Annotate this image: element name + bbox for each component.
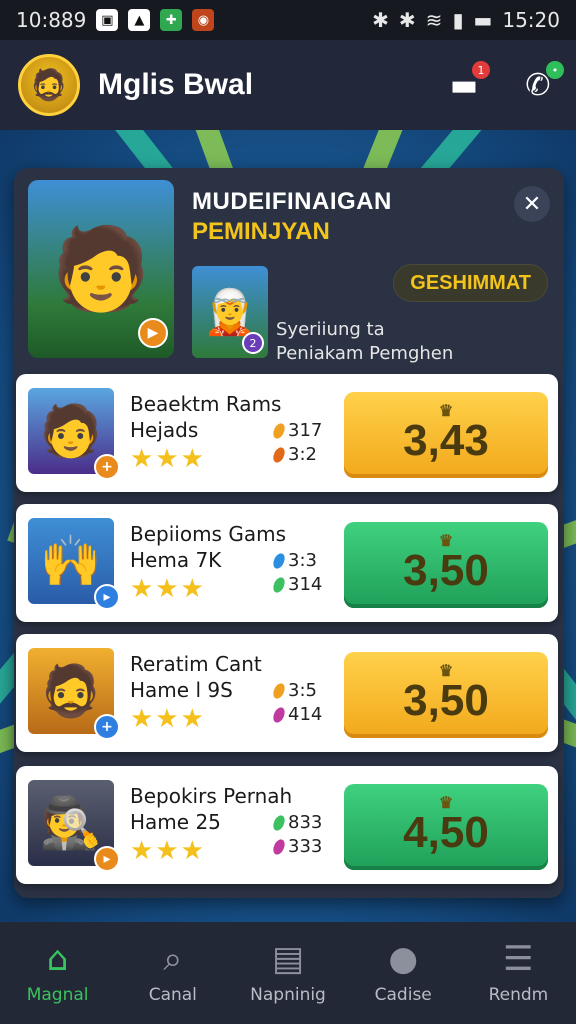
offer-card: 🧑 ▶ MUDEIFINAIGAN PEMINJYAN ✕ 🧝 2 GESHIM… [14,168,564,898]
clipboard-icon: ▤ [271,939,305,979]
gem-purple-icon [271,705,287,724]
app-header: 🧔 Mglis Bwal ▬ 1 ✆ • [0,40,576,130]
gem-blue-icon [271,551,287,570]
nav-item-menu[interactable]: ☰ Rendm [461,922,576,1024]
item-name: Bepokirs Pernah [130,784,293,808]
user-icon: ● [388,939,419,979]
nav-item-profile[interactable]: ● Cadise [346,922,461,1024]
gem-gold-icon [271,681,287,700]
hero-play-icon[interactable]: ▶ [138,318,168,348]
status-time-left: 10:889 [16,8,87,32]
item-stat-1: 3:3 [271,550,317,571]
item-stat-2: 414 [271,704,322,725]
gem-green-icon [271,813,287,832]
item-subtitle: Hame l 9S [130,678,233,702]
featured-thumbnail[interactable]: 🧝 2 [192,266,268,358]
play-icon[interactable]: ▸ [94,584,120,610]
rating-stars-icon: ★★★ [130,836,206,866]
price-button[interactable]: ♛ 3,50 [344,522,548,608]
item-avatar: 🙌 ▸ [28,518,120,610]
nav-label: Magnal [26,985,89,1005]
phone-button[interactable]: ✆ • [518,61,564,105]
featured-badge[interactable]: GESHIMMAT [393,264,548,302]
username: Mglis Bwal [98,68,254,101]
nav-item-home[interactable]: ⌂ Magnal [0,922,115,1024]
character-icon: 🙌 [39,531,103,590]
nav-item-search[interactable]: ⌕ Canal [115,922,230,1024]
item-subtitle: Hema 7K [130,548,222,572]
chat-button[interactable]: ▬ 1 [444,61,490,105]
nav-label: Cadise [374,985,432,1005]
thumbnail-badge: 2 [242,332,264,354]
avatar[interactable]: 🧔 [18,54,80,116]
nav-label: Canal [148,985,197,1005]
item-stat-2: 333 [271,836,322,857]
phone-badge-icon: • [546,61,564,79]
item-stat-1: 3:5 [271,680,317,701]
close-button[interactable]: ✕ [514,186,550,222]
character-icon: 🧔 [39,661,103,720]
gem-gold-icon [271,421,287,440]
item-stat-1: 833 [271,812,322,833]
gem-orange-icon [271,445,287,464]
bluetooth-icon: ✱ [372,8,389,32]
add-icon[interactable]: + [94,454,120,480]
app-notification-icon: ▣ [96,9,119,31]
price-button[interactable]: ♛ 3,50 [344,652,548,738]
menu-icon: ☰ [503,939,534,979]
item-stat-2: 314 [271,574,322,595]
item-name: Beaektm Rams [130,392,282,416]
character-icon: 🕵 [39,793,103,852]
description-line-2: Peniakam Pemghen [276,343,454,364]
battery-icon: ▬ [473,8,493,32]
nav-item-clipboard[interactable]: ▤ Napninig [230,922,345,1024]
item-name: Reratim Cant [130,652,262,676]
description-line-1: Syeriiung ta [276,319,385,340]
featured-hero-image[interactable]: 🧑 ▶ [28,180,174,358]
list-item[interactable]: 🙌 ▸ Bepiioms Gams Hema 7K ★★★ 3:3 314 ♛ 3… [16,504,558,622]
ball-notification-icon: ◉ [192,9,215,31]
rating-stars-icon: ★★★ [130,444,206,474]
game-notification-icon: ✚ [160,9,183,31]
nav-label: Rendm [488,985,549,1005]
item-subtitle: Hame 25 [130,810,221,834]
status-bar: 10:889 ▣ ▲ ✚ ◉ ✱ ✱ ≋ ▮ ▬ 15:20 [0,0,576,40]
rating-stars-icon: ★★★ [130,704,206,734]
list-item[interactable]: 🧑 + Beaektm Rams Hejads ★★★ 317 3:2 ♛ 3,4… [16,374,558,492]
price-button[interactable]: ♛ 4,50 [344,784,548,870]
gem-green-icon [271,575,287,594]
search-icon: ⌕ [163,939,183,979]
featured-subtitle: PEMINJYAN [192,218,330,245]
price-button[interactable]: ♛ 3,43 [344,392,548,478]
list-item[interactable]: 🧔 + Reratim Cant Hame l 9S ★★★ 3:5 414 ♛… [16,634,558,752]
featured-description: Syeriiung ta Peniakam Pemghen [276,318,453,366]
nav-label: Napninig [250,985,326,1005]
signal-icon: ▮ [452,8,464,32]
status-time-right: 15:20 [502,8,560,32]
item-avatar: 🧑 + [28,388,120,480]
play-icon[interactable]: ▸ [94,846,120,872]
hero-character-icon: 🧑 [51,222,151,315]
chat-badge: 1 [472,61,490,79]
rating-stars-icon: ★★★ [130,574,206,604]
thumbnail-character-icon: 🧝 [202,287,258,338]
list-item[interactable]: 🕵 ▸ Bepokirs Pernah Hame 25 ★★★ 833 333 … [16,766,558,884]
image-notification-icon: ▲ [128,9,151,31]
item-stat-2: 3:2 [271,444,317,465]
close-icon: ✕ [522,191,542,217]
add-icon[interactable]: + [94,714,120,740]
wifi-icon: ≋ [425,8,443,32]
featured-title: MUDEIFINAIGAN [192,188,392,215]
item-subtitle: Hejads [130,418,199,442]
bluetooth-icon-2: ✱ [398,8,416,32]
item-name: Bepiioms Gams [130,522,286,546]
item-avatar: 🧔 + [28,648,120,740]
item-avatar: 🕵 ▸ [28,780,120,872]
item-stat-1: 317 [271,420,322,441]
character-icon: 🧑 [39,401,103,460]
home-icon: ⌂ [46,939,69,979]
gem-purple-icon [271,837,287,856]
bottom-nav: ⌂ Magnal ⌕ Canal ▤ Napninig ● Cadise ☰ R… [0,922,576,1024]
